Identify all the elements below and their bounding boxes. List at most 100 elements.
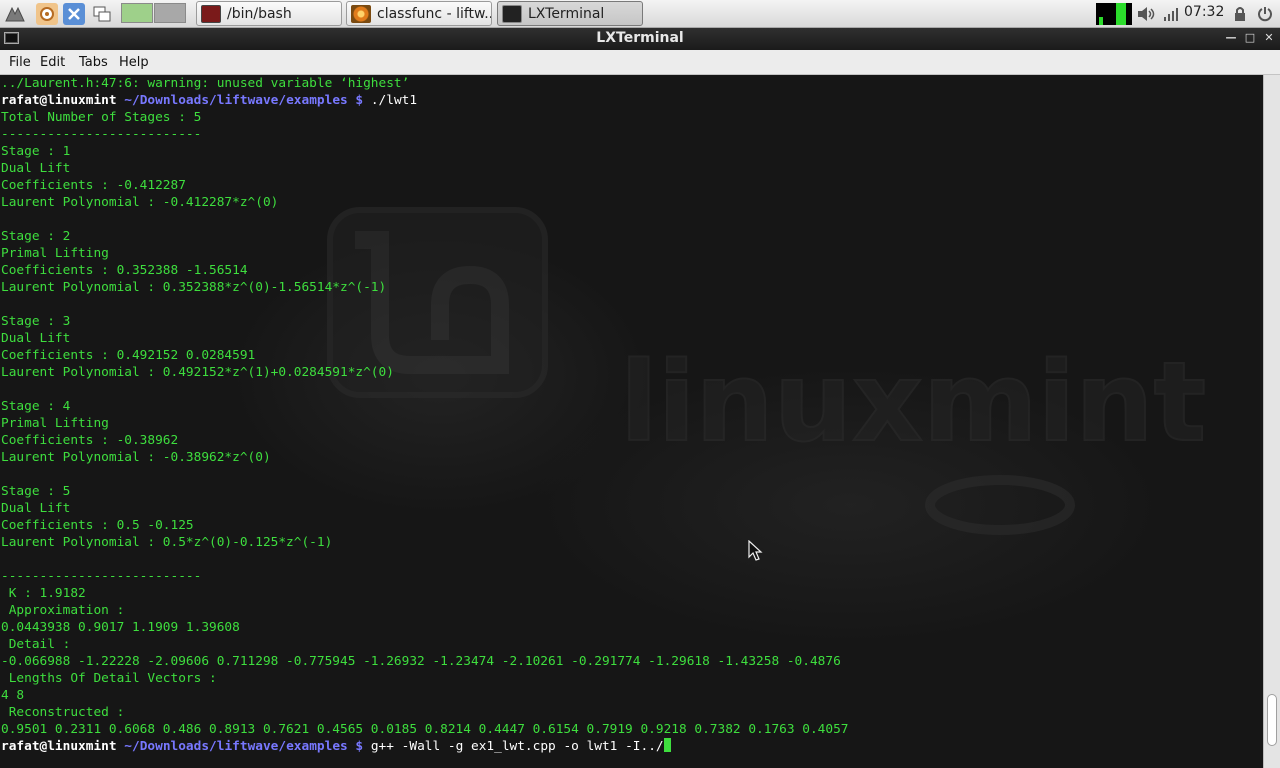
task-browser[interactable]: classfunc - liftw...	[346, 1, 492, 26]
clock[interactable]: 07:32	[1184, 4, 1224, 20]
terminal-line-text: Laurent Polynomial : 0.352388*z^(0)-1.56…	[1, 280, 387, 295]
terminal-line-text: Stage : 5	[1, 484, 71, 499]
terminal-line: K : 1.9182	[1, 585, 848, 602]
terminal-line: Coefficients : -0.412287	[1, 177, 848, 194]
terminal-line: Dual Lift	[1, 500, 848, 517]
terminal-line: Primal Lifting	[1, 415, 848, 432]
terminal-line: ../Laurent.h:47:6: warning: unused varia…	[1, 75, 848, 92]
menubar: File Edit Tabs Help	[0, 50, 1280, 75]
terminal-line-text: Dual Lift	[1, 161, 71, 176]
terminal-line-text: Dual Lift	[1, 501, 71, 516]
terminal-line: 0.0443938 0.9017 1.1909 1.39608	[1, 619, 848, 636]
browser-icon	[351, 4, 371, 23]
terminal-line-text: Laurent Polynomial : -0.38962*z^(0)	[1, 450, 271, 465]
cpu-monitor-icon	[1096, 0, 1132, 28]
terminal-line-text: Coefficients : 0.492152 0.0284591	[1, 348, 256, 363]
terminal-line: Coefficients : 0.5 -0.125	[1, 517, 848, 534]
maximize-button[interactable]: □	[1242, 30, 1258, 46]
top-panel: /bin/bash classfunc - liftw... LXTermina…	[0, 0, 1280, 28]
terminal-line-text: Coefficients : -0.412287	[1, 178, 186, 193]
task-lxterminal[interactable]: LXTerminal	[497, 1, 643, 26]
terminal-line-text: Stage : 4	[1, 399, 71, 414]
prompt-command: ./lwt1	[363, 93, 418, 108]
terminal-line-text: Laurent Polynomial : 0.492152*z^(1)+0.02…	[1, 365, 394, 380]
terminal-line-text: -0.066988 -1.22228 -2.09606 0.711298 -0.…	[1, 654, 841, 669]
terminal-line-text: 0.0443938 0.9017 1.1909 1.39608	[1, 620, 240, 635]
minimize-button[interactable]: —	[1223, 30, 1239, 46]
terminal-line-text: Stage : 1	[1, 144, 71, 159]
terminal-line: Laurent Polynomial : 0.5*z^(0)-0.125*z^(…	[1, 534, 848, 551]
workspace-1-icon[interactable]	[121, 3, 153, 23]
settings-icon[interactable]	[63, 3, 85, 25]
window-titlebar[interactable]: LXTerminal — □ ✕	[0, 28, 1280, 50]
terminal-line: --------------------------	[1, 568, 848, 585]
terminal-output[interactable]: linuxmint ../Laurent.h:47:6: warning: un…	[0, 75, 1280, 768]
terminal-line: Coefficients : 0.352388 -1.56514	[1, 262, 848, 279]
prompt-command: g++ -Wall -g ex1_lwt.cpp -o lwt1 -I../	[363, 739, 664, 754]
menu-help[interactable]: Help	[119, 55, 149, 70]
terminal-scrollbar[interactable]	[1263, 75, 1280, 768]
prompt-path: ~/Downloads/liftwave/examples $	[124, 739, 364, 754]
task-bash[interactable]: /bin/bash	[196, 1, 342, 26]
window-title: LXTerminal	[596, 30, 684, 46]
workspace-2-icon[interactable]	[154, 3, 186, 23]
terminal-line: Laurent Polynomial : -0.38962*z^(0)	[1, 449, 848, 466]
terminal-line: 0.9501 0.2311 0.6068 0.486 0.8913 0.7621…	[1, 721, 848, 738]
volume-icon[interactable]	[1136, 0, 1156, 28]
mouse-cursor-icon	[748, 540, 763, 561]
terminal-line-text: Primal Lifting	[1, 246, 109, 261]
terminal-line-text: Stage : 3	[1, 314, 71, 329]
scrollbar-thumb[interactable]	[1267, 694, 1277, 746]
terminal-line: Lengths Of Detail Vectors :	[1, 670, 848, 687]
prompt-user: rafat@linuxmint	[1, 93, 117, 108]
terminal-line-text: Coefficients : 0.352388 -1.56514	[1, 263, 248, 278]
terminal-line: Laurent Polynomial : 0.352388*z^(0)-1.56…	[1, 279, 848, 296]
network-icon[interactable]	[1163, 0, 1179, 28]
menu-tabs[interactable]: Tabs	[79, 55, 108, 70]
task-label: LXTerminal	[528, 5, 605, 22]
terminal-line: Coefficients : 0.492152 0.0284591	[1, 347, 848, 364]
terminal-line: Stage : 3	[1, 313, 848, 330]
terminal-line: Laurent Polynomial : 0.492152*z^(1)+0.02…	[1, 364, 848, 381]
text-cursor	[663, 738, 671, 752]
windows-icon[interactable]	[91, 3, 113, 25]
terminal-prompt-line: rafat@linuxmint ~/Downloads/liftwave/exa…	[1, 738, 848, 755]
terminal-line: Dual Lift	[1, 330, 848, 347]
terminal-line: Dual Lift	[1, 160, 848, 177]
terminal-line: -0.066988 -1.22228 -2.09606 0.711298 -0.…	[1, 653, 848, 670]
terminal-line-text: Dual Lift	[1, 331, 71, 346]
terminal-line-text: Laurent Polynomial : -0.412287*z^(0)	[1, 195, 279, 210]
terminal-text: ../Laurent.h:47:6: warning: unused varia…	[1, 75, 848, 755]
close-button[interactable]: ✕	[1261, 30, 1277, 46]
terminal-prompt-line: rafat@linuxmint ~/Downloads/liftwave/exa…	[1, 92, 848, 109]
terminal-line: Stage : 1	[1, 143, 848, 160]
terminal-line-text: Laurent Polynomial : 0.5*z^(0)-0.125*z^(…	[1, 535, 333, 550]
prompt-user: rafat@linuxmint	[1, 739, 117, 754]
terminal-line: Stage : 5	[1, 483, 848, 500]
terminal-line: --------------------------	[1, 126, 848, 143]
task-label: /bin/bash	[227, 5, 292, 22]
terminal-line-text: K : 1.9182	[1, 586, 86, 601]
terminal-line-text: Total Number of Stages : 5	[1, 110, 202, 125]
lock-icon[interactable]	[1234, 0, 1246, 28]
mint-menu-icon[interactable]	[4, 3, 26, 25]
prompt-path: ~/Downloads/liftwave/examples $	[124, 93, 364, 108]
terminal-line-text: Coefficients : 0.5 -0.125	[1, 518, 194, 533]
file-manager-icon[interactable]	[36, 3, 58, 25]
terminal-line: Stage : 4	[1, 398, 848, 415]
terminal-line-text: Detail :	[1, 637, 71, 652]
power-icon[interactable]	[1258, 0, 1272, 28]
terminal-line-text: ../Laurent.h:47:6: warning: unused varia…	[1, 76, 410, 91]
terminal-line: Stage : 2	[1, 228, 848, 245]
menu-file[interactable]: File	[9, 55, 31, 70]
menu-edit[interactable]: Edit	[40, 55, 65, 70]
terminal-line-text: Stage : 2	[1, 229, 71, 244]
terminal-line-text: --------------------------	[1, 569, 202, 584]
terminal-line-text: Lengths Of Detail Vectors :	[1, 671, 217, 686]
terminal-icon	[502, 4, 522, 23]
terminal-line: Laurent Polynomial : -0.412287*z^(0)	[1, 194, 848, 211]
